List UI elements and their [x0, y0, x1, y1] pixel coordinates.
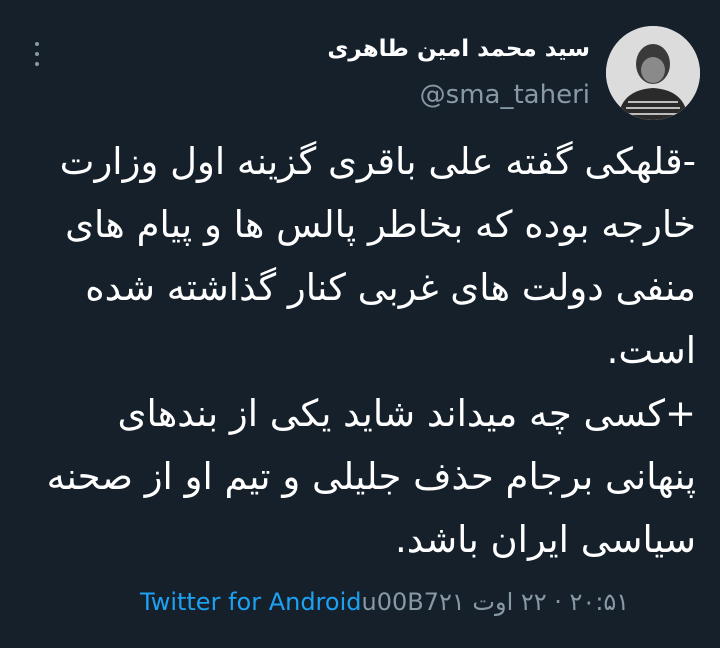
more-dot: [35, 42, 39, 46]
more-options-icon[interactable]: [26, 42, 48, 66]
tweet-paragraph: -قلهکی گفته علی باقری گزینه اول وزارت خا…: [59, 140, 696, 372]
author-name[interactable]: سید محمد امین طاهری: [327, 36, 590, 62]
tweet-paragraph: +کسی چه میداند شاید یکی از بندهای پنهانی…: [46, 392, 696, 561]
meta-separator: u00B7: [361, 588, 439, 616]
tweet-text: -قلهکی گفته علی باقری گزینه اول وزارت خا…: [24, 130, 696, 571]
tweet-meta: Twitter for Android u00B7 ۲۰:۵۱ · ۲۲ اوت…: [140, 588, 629, 616]
avatar-photo: [606, 26, 700, 120]
author-handle[interactable]: @sma_taheri: [420, 80, 590, 110]
avatar[interactable]: [606, 26, 700, 120]
more-dot: [35, 52, 39, 56]
tweet-card: سید محمد امین طاهری @sma_taheri -قلهکی گ…: [0, 0, 720, 648]
tweet-timestamp[interactable]: ۲۰:۵۱ · ۲۲ اوت ۲۱: [439, 588, 629, 616]
more-dot: [35, 62, 39, 66]
tweet-source-link[interactable]: Twitter for Android: [140, 588, 361, 616]
